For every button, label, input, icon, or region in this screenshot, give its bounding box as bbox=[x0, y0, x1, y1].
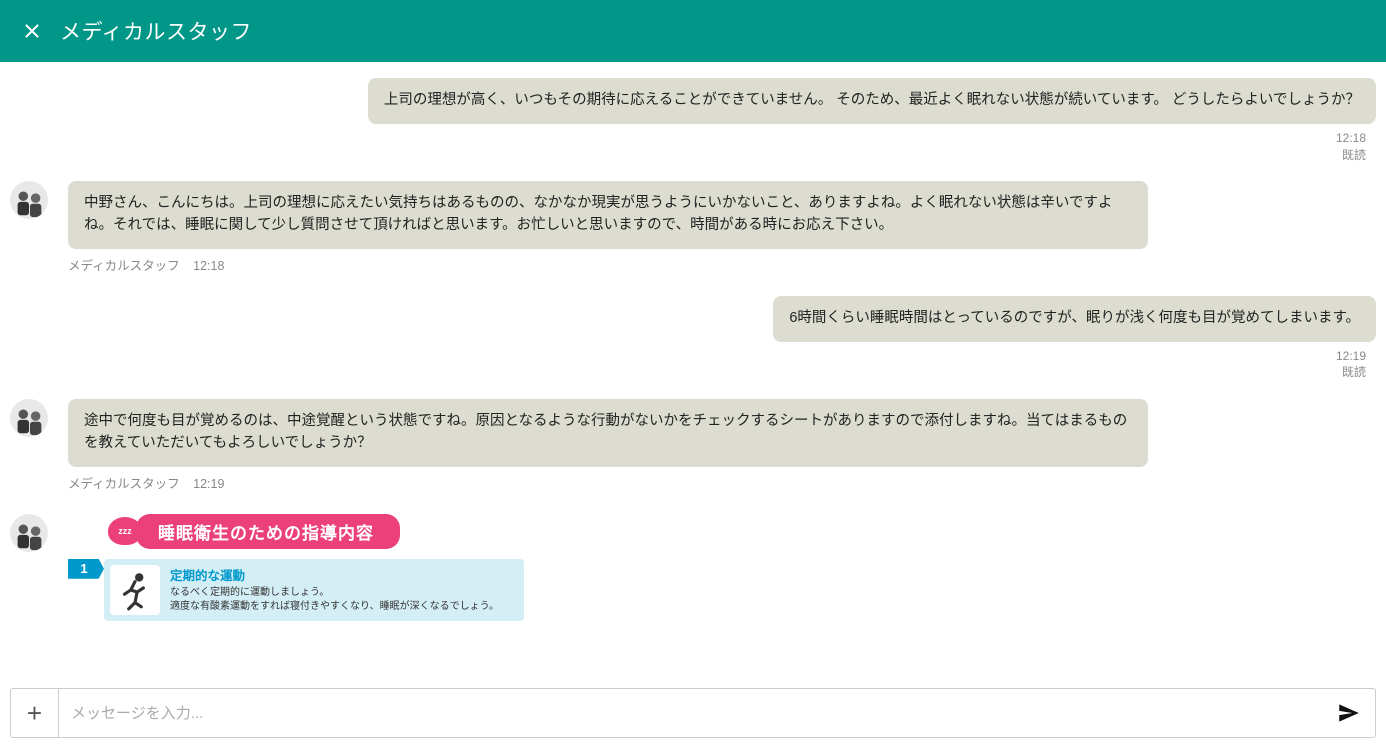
sender-name: メディカルスタッフ bbox=[68, 477, 180, 491]
message-row-staff: 中野さん、こんにちは。上司の理想に応えたい気持ちはあるものの、なかなか現実が思う… bbox=[10, 181, 1376, 249]
avatar bbox=[10, 399, 48, 437]
attachment-item-text: 定期的な運動 なるべく定期的に運動しましょう。 適度な有酸素運動をすれば寝付きや… bbox=[170, 565, 518, 614]
message-meta: 12:18 既読 bbox=[10, 130, 1376, 164]
attachment-title: 睡眠衛生のための指導内容 bbox=[136, 514, 400, 549]
zzz-icon: zzz bbox=[108, 517, 142, 545]
attachment-item-number: 1 bbox=[68, 559, 104, 579]
message-time: 12:19 bbox=[10, 348, 1366, 365]
attachment-card[interactable]: zzz 睡眠衛生のための指導内容 1 定期的な運動 なるべく定期的に運動しましょ… bbox=[68, 514, 524, 621]
attachment-item-title: 定期的な運動 bbox=[170, 565, 518, 584]
avatar bbox=[10, 514, 48, 552]
send-button[interactable] bbox=[1323, 689, 1375, 737]
message-row-user: 上司の理想が高く、いつもその期待に応えることができていません。 そのため、最近よ… bbox=[10, 78, 1376, 124]
sender-name: メディカルスタッフ bbox=[68, 259, 180, 273]
message-row-staff: 途中で何度も目が覚めるのは、中途覚醒という状態ですね。原因となるような行動がない… bbox=[10, 399, 1376, 467]
send-icon bbox=[1336, 700, 1362, 726]
message-time: 12:18 bbox=[10, 130, 1366, 147]
message-row-attachment: zzz 睡眠衛生のための指導内容 1 定期的な運動 なるべく定期的に運動しましょ… bbox=[10, 514, 1376, 621]
message-meta: 12:19 既読 bbox=[10, 348, 1376, 382]
message-time: 12:19 bbox=[193, 477, 224, 491]
message-input[interactable] bbox=[59, 689, 1323, 737]
message-composer: + bbox=[10, 688, 1376, 738]
message-bubble: 上司の理想が高く、いつもその期待に応えることができていません。 そのため、最近よ… bbox=[368, 78, 1376, 124]
message-list: 上司の理想が高く、いつもその期待に応えることができていません。 そのため、最近よ… bbox=[0, 62, 1386, 682]
attachment-header: zzz 睡眠衛生のための指導内容 bbox=[108, 514, 524, 549]
message-read-status: 既読 bbox=[10, 364, 1366, 381]
message-time: 12:18 bbox=[193, 259, 224, 273]
message-bubble: 中野さん、こんにちは。上司の理想に応えたい気持ちはあるものの、なかなか現実が思う… bbox=[68, 181, 1148, 249]
message-meta: メディカルスタッフ 12:19 bbox=[68, 473, 1376, 492]
avatar bbox=[10, 181, 48, 219]
attachment-item-line: なるべく定期的に運動しましょう。 bbox=[170, 586, 518, 600]
close-icon[interactable] bbox=[18, 17, 46, 45]
message-row-user: 6時間くらい睡眠時間はとっているのですが、眠りが浅く何度も目が覚めてしまいます。 bbox=[10, 296, 1376, 342]
chat-title: メディカルスタッフ bbox=[60, 16, 252, 46]
running-person-icon bbox=[110, 565, 160, 615]
message-bubble: 6時間くらい睡眠時間はとっているのですが、眠りが浅く何度も目が覚めてしまいます。 bbox=[773, 296, 1376, 342]
chat-header: メディカルスタッフ bbox=[0, 0, 1386, 62]
attachment-item-line: 適度な有酸素運動をすれば寝付きやすくなり、睡眠が深くなるでしょう。 bbox=[170, 600, 518, 614]
message-bubble: 途中で何度も目が覚めるのは、中途覚醒という状態ですね。原因となるような行動がない… bbox=[68, 399, 1148, 467]
attachment-item: 1 定期的な運動 なるべく定期的に運動しましょう。 適度な有酸素運動をすれば寝付… bbox=[104, 559, 524, 621]
add-attachment-button[interactable]: + bbox=[11, 689, 59, 737]
message-read-status: 既読 bbox=[10, 147, 1366, 164]
message-meta: メディカルスタッフ 12:18 bbox=[68, 255, 1376, 274]
